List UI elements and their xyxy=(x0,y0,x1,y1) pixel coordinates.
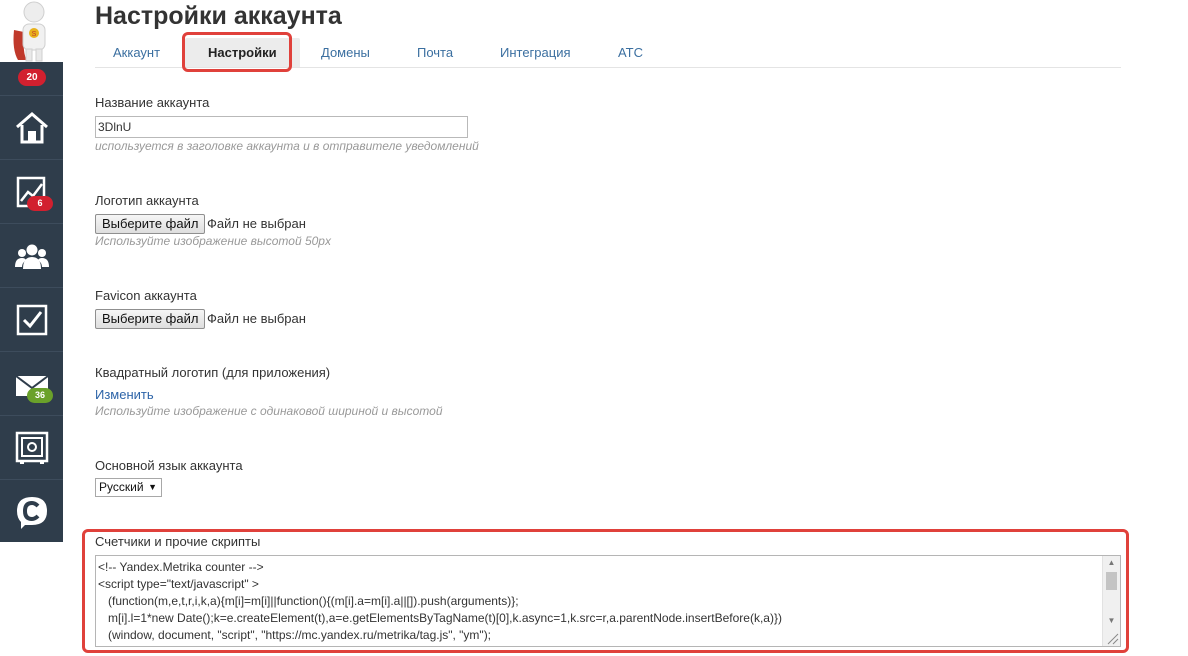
scripts-label: Счетчики и прочие скрипты xyxy=(95,534,261,549)
code-line: <script type="text/javascript" > xyxy=(98,577,259,591)
logo-label: Логотип аккаунта xyxy=(95,193,199,208)
tab-pbx[interactable]: АТС xyxy=(618,38,643,67)
scroll-down-icon[interactable]: ▼ xyxy=(1103,614,1120,628)
code-line: <!-- Yandex.Metrika counter --> xyxy=(98,560,264,574)
tab-mail[interactable]: Почта xyxy=(417,38,453,67)
language-selected-value: Русский xyxy=(99,480,144,494)
tab-integration[interactable]: Интеграция xyxy=(500,38,571,67)
sidebar: S 20 6 36 xyxy=(0,0,63,656)
scripts-textarea[interactable]: <!-- Yandex.Metrika counter --> <script … xyxy=(95,555,1121,647)
logo-file-status: Файл не выбран xyxy=(207,216,306,231)
tab-bar: Аккаунт Настройки Домены Почта Интеграци… xyxy=(95,38,1121,68)
sidebar-item-analytics[interactable]: 6 xyxy=(0,159,63,223)
language-select[interactable]: Русский ▼ xyxy=(95,478,162,497)
dropdown-arrow-icon: ▼ xyxy=(148,482,157,492)
scroll-up-icon[interactable]: ▲ xyxy=(1103,556,1120,570)
account-name-label: Название аккаунта xyxy=(95,95,210,110)
checkbox-icon xyxy=(16,304,48,336)
favicon-file-status: Файл не выбран xyxy=(207,311,306,326)
mail-badge: 36 xyxy=(27,388,53,403)
notification-badge: 20 xyxy=(18,69,46,86)
tab-domains[interactable]: Домены xyxy=(321,38,370,67)
code-line: (window, document, "script", "https://mc… xyxy=(98,628,492,642)
logo-hint: Используйте изображение высотой 50px xyxy=(95,234,331,248)
account-name-hint: используется в заголовке аккаунта и в от… xyxy=(95,139,479,153)
svg-text:S: S xyxy=(32,31,37,38)
account-name-input[interactable] xyxy=(95,116,468,138)
chat-c-icon xyxy=(17,497,47,529)
scrollbar-thumb[interactable] xyxy=(1106,572,1117,590)
main-content: Настройки аккаунта Аккаунт Настройки Дом… xyxy=(82,0,1129,656)
tab-settings[interactable]: Настройки xyxy=(185,38,300,67)
sidebar-item-chat[interactable] xyxy=(0,479,63,543)
square-logo-change-link[interactable]: Изменить xyxy=(95,387,154,402)
users-icon xyxy=(15,244,49,269)
logo-choose-file-button[interactable]: Выберите файл xyxy=(95,214,206,234)
square-logo-label: Квадратный логотип (для приложения) xyxy=(95,365,331,380)
page-title: Настройки аккаунта xyxy=(95,2,342,30)
safe-icon xyxy=(15,431,49,464)
sidebar-item-mail[interactable]: 36 xyxy=(0,351,63,415)
analytics-badge: 6 xyxy=(27,196,53,211)
favicon-choose-file-button[interactable]: Выберите файл xyxy=(95,309,206,329)
code-line: (function(m,e,t,r,i,k,a){m[i]=m[i]||func… xyxy=(98,594,519,608)
favicon-label: Favicon аккаунта xyxy=(95,288,197,303)
sidebar-item-tasks[interactable] xyxy=(0,287,63,351)
sidebar-item-home[interactable] xyxy=(0,95,63,159)
resize-grip-icon[interactable] xyxy=(1105,631,1119,645)
square-logo-hint: Используйте изображение с одинаковой шир… xyxy=(95,404,443,418)
language-label: Основной язык аккаунта xyxy=(95,458,243,473)
code-line: m[i].l=1*new Date();k=e.createElement(t)… xyxy=(98,611,782,625)
sidebar-item-settings[interactable] xyxy=(0,415,63,479)
tab-account[interactable]: Аккаунт xyxy=(113,38,160,67)
home-icon xyxy=(16,112,48,144)
sidebar-item-contacts[interactable] xyxy=(0,223,63,287)
scripts-code: <!-- Yandex.Metrika counter --> <script … xyxy=(98,559,782,644)
avatar[interactable]: S xyxy=(8,0,56,62)
avatar-figure-icon: S xyxy=(13,1,46,62)
